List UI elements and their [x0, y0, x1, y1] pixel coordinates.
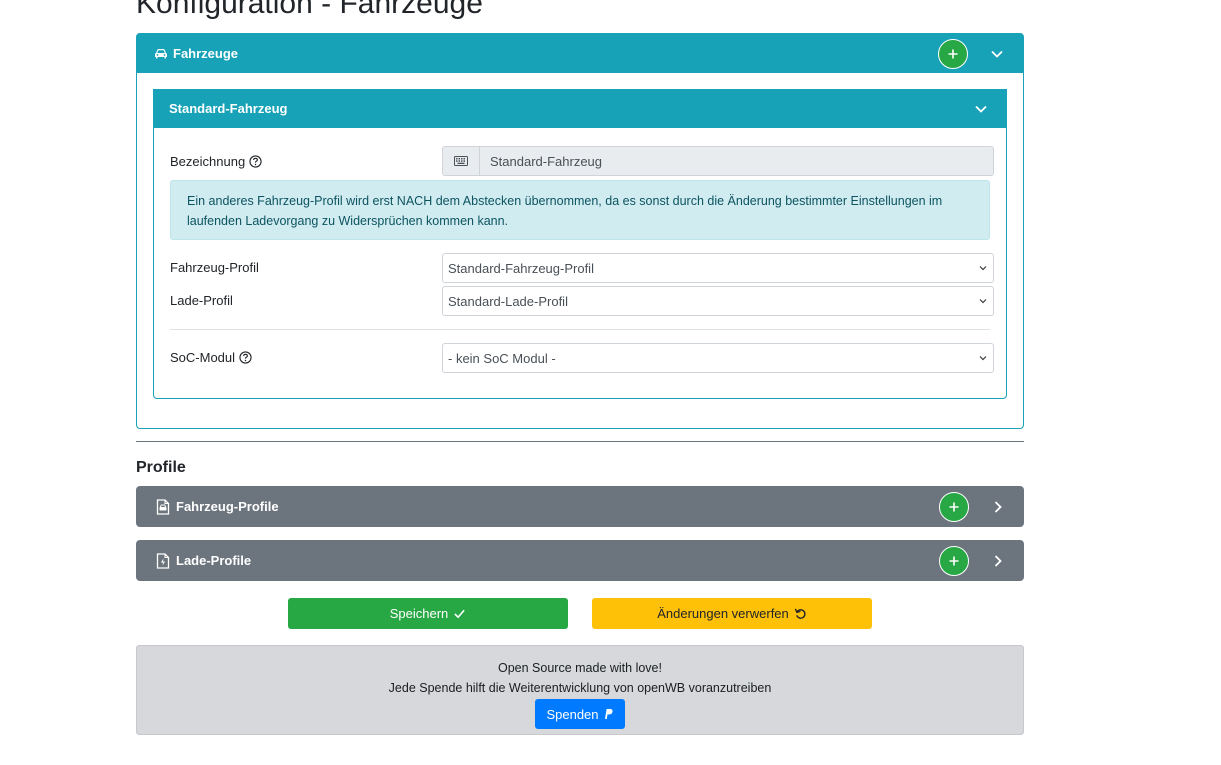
- donate-button-label: Spenden: [546, 706, 599, 722]
- info-alert-text: Ein anderes Fahrzeug-Profil wird erst NA…: [187, 194, 943, 228]
- donation-footer: Open Source made with love! Jede Spende …: [136, 645, 1024, 735]
- vehicles-card-title: Fahrzeuge: [173, 46, 239, 61]
- chevron-right-icon[interactable]: [991, 554, 1005, 568]
- name-label: Bezeichnung: [170, 154, 262, 169]
- save-button-label: Speichern: [389, 606, 449, 621]
- paypal-icon: [604, 709, 613, 719]
- charge-profile-value: Standard-Lade-Profil: [448, 293, 568, 309]
- vehicle-card: Standard-Fahrzeug Bezeichnung Standard-F…: [153, 89, 1007, 399]
- vehicle-profile-value: Standard-Fahrzeug-Profil: [448, 260, 594, 276]
- donate-button[interactable]: Spenden: [535, 699, 625, 729]
- vehicle-card-title: Standard-Fahrzeug: [169, 101, 288, 116]
- info-alert: Ein anderes Fahrzeug-Profil wird erst NA…: [170, 180, 990, 240]
- footer-line-2: Jede Spende hilft die Weiterentwicklung …: [388, 681, 772, 695]
- soc-module-value: - kein SoC Modul -: [448, 350, 556, 366]
- divider: [170, 329, 990, 330]
- plus-icon: [949, 502, 959, 511]
- vehicle-profiles-card: Fahrzeug-Profile: [136, 486, 1024, 527]
- chevron-right-icon[interactable]: [991, 500, 1005, 514]
- footer-line-1: Open Source made with love!: [498, 661, 662, 675]
- plus-icon: [949, 556, 959, 565]
- charge-profiles-title: Lade-Profile: [176, 553, 252, 568]
- profiles-heading: Profile: [136, 459, 186, 476]
- file-car-icon: [156, 498, 172, 515]
- add-charge-profile-button[interactable]: [939, 545, 969, 576]
- charge-profile-label: Lade-Profil: [170, 293, 233, 308]
- vehicle-profile-label: Fahrzeug-Profil: [170, 260, 259, 275]
- soc-label-text: SoC-Modul: [170, 350, 236, 365]
- select-arrow-icon: [979, 266, 987, 271]
- add-vehicle-profile-button[interactable]: [939, 491, 969, 522]
- charge-profiles-header[interactable]: Lade-Profile: [136, 540, 1024, 581]
- add-vehicle-button[interactable]: [938, 38, 968, 69]
- chevron-down-icon[interactable]: [974, 102, 988, 116]
- help-icon[interactable]: [239, 351, 252, 364]
- vehicle-profile-select[interactable]: Standard-Fahrzeug-Profil: [442, 253, 994, 283]
- vehicle-profiles-title: Fahrzeug-Profile: [176, 499, 279, 514]
- vehicles-card: Fahrzeuge Standard-Fahrzeug Bezeichnung …: [136, 33, 1024, 429]
- page-title: Konfiguration - Fahrzeuge: [136, 0, 483, 20]
- help-icon[interactable]: [249, 155, 262, 168]
- chevron-down-icon[interactable]: [990, 47, 1004, 61]
- car-icon: [153, 46, 169, 62]
- keyboard-icon: [443, 147, 480, 175]
- soc-module-select[interactable]: - kein SoC Modul -: [442, 343, 994, 373]
- plus-icon: [948, 49, 958, 58]
- name-input-group: Standard-Fahrzeug: [442, 146, 994, 176]
- check-icon: [454, 609, 466, 619]
- soc-label: SoC-Modul: [170, 350, 252, 365]
- discard-button-label: Änderungen verwerfen: [657, 606, 789, 621]
- save-button[interactable]: Speichern: [288, 598, 568, 629]
- vehicles-card-header[interactable]: Fahrzeuge: [137, 34, 1023, 73]
- name-label-text: Bezeichnung: [170, 154, 246, 169]
- undo-icon: [794, 608, 806, 619]
- charge-profile-select[interactable]: Standard-Lade-Profil: [442, 286, 994, 316]
- discard-button[interactable]: Änderungen verwerfen: [592, 598, 872, 629]
- select-arrow-icon: [979, 299, 987, 304]
- select-arrow-icon: [979, 356, 987, 361]
- section-divider: [136, 441, 1024, 442]
- vehicle-profiles-header[interactable]: Fahrzeug-Profile: [136, 486, 1024, 527]
- file-charge-icon: [156, 552, 172, 569]
- vehicle-card-header[interactable]: Standard-Fahrzeug: [153, 89, 1007, 128]
- charge-profiles-card: Lade-Profile: [136, 540, 1024, 581]
- name-input[interactable]: Standard-Fahrzeug: [480, 147, 993, 175]
